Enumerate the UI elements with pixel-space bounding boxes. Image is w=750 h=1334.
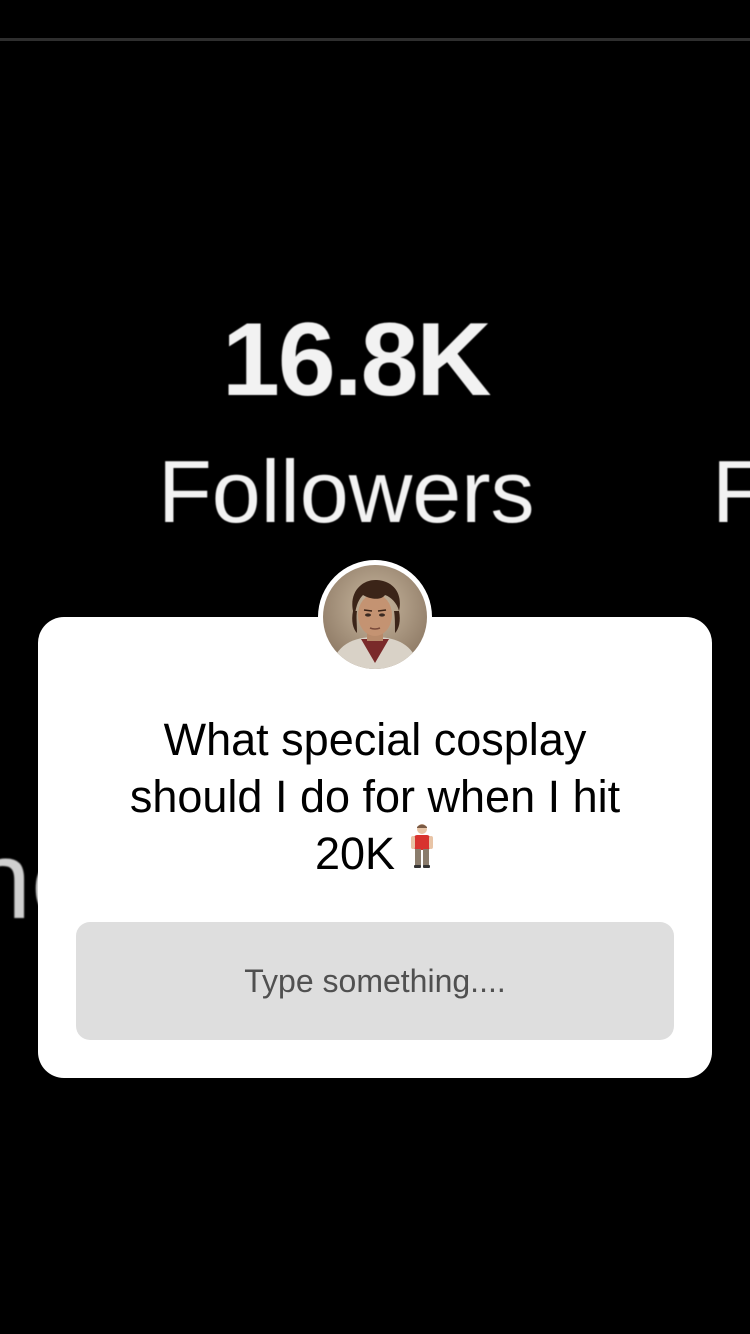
answer-placeholder: Type something.... [244,962,506,999]
answer-input[interactable]: Type something.... [76,922,674,1040]
story-screen: 16.8K Followers F ne [0,0,750,1334]
question-line-3: 20K [314,828,396,879]
question-sticker-card: What special cosplay should I do for whe… [38,617,712,1078]
question-line-1: What special cosplay [163,714,587,765]
profile-avatar [318,560,432,674]
question-line-3-wrap: 20K [38,823,712,882]
person-standing-icon [409,823,435,882]
question-text: What special cosplay should I do for whe… [38,711,712,882]
question-line-2: should I do for when I hit [129,771,621,822]
top-divider [0,38,750,41]
background-follower-count: 16.8K [222,302,492,418]
background-follower-label: Followers [158,442,535,541]
background-next-label-partial: F [712,442,750,541]
profile-avatar-icon [323,565,427,669]
